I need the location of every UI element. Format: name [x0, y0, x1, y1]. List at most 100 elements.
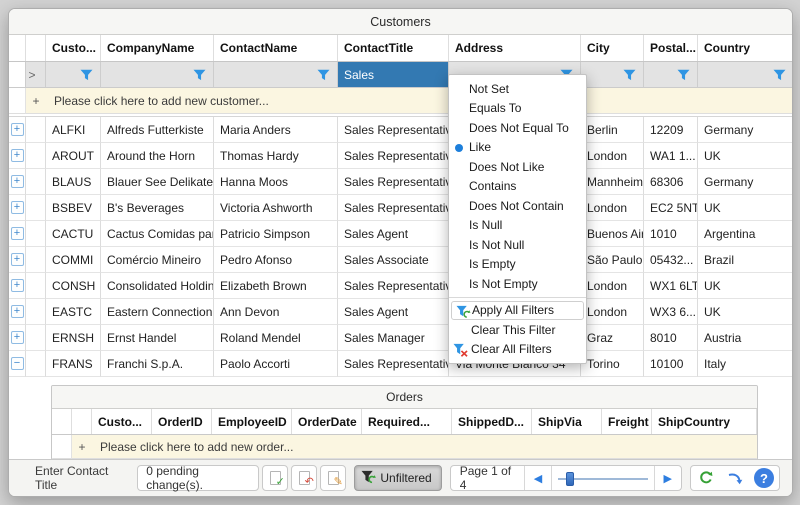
cell-contact[interactable]: Maria Anders	[214, 117, 338, 143]
cell-country[interactable]: Argentina	[698, 221, 793, 247]
cell-postal[interactable]: EC2 5NT	[644, 195, 698, 221]
cell-title[interactable]: Sales Representative	[338, 143, 449, 169]
expand-plus-icon[interactable]: +	[11, 279, 24, 292]
cell-postal[interactable]: 10100	[644, 351, 698, 377]
filter-input-contacttitle[interactable]: Sales	[338, 62, 449, 88]
cell-id[interactable]: BSBEV	[46, 195, 101, 221]
cell-id[interactable]: ERNSH	[46, 325, 101, 351]
filter-cell-companyname[interactable]	[101, 62, 214, 88]
cell-title[interactable]: Sales Representative	[338, 169, 449, 195]
cell-city[interactable]: London	[581, 195, 644, 221]
cell-company[interactable]: Eastern Connection	[101, 299, 214, 325]
customer-row-alfki[interactable]: +ALFKIAlfreds FutterkisteMaria AndersSal…	[9, 117, 792, 143]
filter-cell-postal[interactable]	[644, 62, 698, 88]
cell-city[interactable]: London	[581, 299, 644, 325]
cell-country[interactable]: UK	[698, 143, 793, 169]
menu-item-is-not-empty[interactable]: Is Not Empty	[449, 274, 586, 294]
filter-cell-custo[interactable]	[46, 62, 101, 88]
cell-country[interactable]: UK	[698, 273, 793, 299]
cell-contact[interactable]: Paolo Accorti	[214, 351, 338, 377]
cell-id[interactable]: AROUT	[46, 143, 101, 169]
cell-company[interactable]: Ernst Handel	[101, 325, 214, 351]
orders-column-header-freight[interactable]: Freight	[602, 409, 652, 434]
expand-plus-icon[interactable]: +	[11, 253, 24, 266]
column-header-country[interactable]: Country	[698, 35, 793, 61]
cell-title[interactable]: Sales Associate	[338, 247, 449, 273]
cell-id[interactable]: CACTU	[46, 221, 101, 247]
prev-page-button[interactable]: ◀	[525, 466, 552, 490]
refresh-button[interactable]	[696, 468, 716, 488]
cell-company[interactable]: Comércio Mineiro	[101, 247, 214, 273]
cell-postal[interactable]: 68306	[644, 169, 698, 195]
customer-row-ernsh[interactable]: +ERNSHErnst HandelRoland MendelSales Man…	[9, 325, 792, 351]
cell-company[interactable]: Alfreds Futterkiste	[101, 117, 214, 143]
cell-company[interactable]: Franchi S.p.A.	[101, 351, 214, 377]
cell-id[interactable]: CONSH	[46, 273, 101, 299]
column-header-postal[interactable]: Postal...	[644, 35, 698, 61]
customer-row-commi[interactable]: +COMMIComércio MineiroPedro AfonsoSales …	[9, 247, 792, 273]
customer-row-blaus[interactable]: +BLAUSBlauer See DelikatessenHanna MoosS…	[9, 169, 792, 195]
cell-contact[interactable]: Thomas Hardy	[214, 143, 338, 169]
orders-column-header-custo[interactable]: Custo...	[92, 409, 152, 434]
orders-column-header-orderid[interactable]: OrderID	[152, 409, 212, 434]
page-slider[interactable]	[552, 466, 654, 490]
cell-postal[interactable]: 8010	[644, 325, 698, 351]
customer-row-consh[interactable]: +CONSHConsolidated HoldingsElizabeth Bro…	[9, 273, 792, 299]
cell-contact[interactable]: Elizabeth Brown	[214, 273, 338, 299]
export-button[interactable]	[725, 468, 745, 488]
expand-plus-icon[interactable]: +	[11, 175, 24, 188]
filter-cell-country[interactable]	[698, 62, 793, 88]
accept-changes-button[interactable]: ✓	[262, 465, 288, 491]
reject-changes-button[interactable]: ↶	[291, 465, 317, 491]
column-header-contactname[interactable]: ContactName	[214, 35, 338, 61]
cell-city[interactable]: Torino	[581, 351, 644, 377]
cell-postal[interactable]: 12209	[644, 117, 698, 143]
cell-title[interactable]: Sales Agent	[338, 299, 449, 325]
cell-postal[interactable]: WA1 1...	[644, 143, 698, 169]
cell-postal[interactable]: WX3 6...	[644, 299, 698, 325]
cell-country[interactable]: UK	[698, 299, 793, 325]
add-customer-row[interactable]: + Please click here to add new customer.…	[9, 88, 792, 114]
cell-country[interactable]: Germany	[698, 169, 793, 195]
collapse-minus-icon[interactable]: −	[11, 357, 24, 370]
cell-title[interactable]: Sales Representative	[338, 117, 449, 143]
cell-title[interactable]: Sales Manager	[338, 325, 449, 351]
expand-plus-icon[interactable]: +	[11, 149, 24, 162]
menu-item-does-not-like[interactable]: Does Not Like	[449, 157, 586, 177]
edit-changes-button[interactable]: ✎	[320, 465, 346, 491]
help-button[interactable]: ?	[754, 468, 774, 488]
cell-city[interactable]: Buenos Aires	[581, 221, 644, 247]
expand-plus-icon[interactable]: +	[11, 331, 24, 344]
cell-title[interactable]: Sales Agent	[338, 221, 449, 247]
menu-item-clear-all-filters[interactable]: Clear All Filters	[449, 340, 586, 360]
menu-item-contains[interactable]: Contains	[449, 177, 586, 197]
column-header-city[interactable]: City	[581, 35, 644, 61]
customer-row-arout[interactable]: +AROUTAround the HornThomas HardySales R…	[9, 143, 792, 169]
customer-row-frans[interactable]: −FRANSFranchi S.p.A.Paolo AccortiSales R…	[9, 351, 792, 377]
page-slider-thumb[interactable]	[566, 472, 574, 486]
cell-contact[interactable]: Pedro Afonso	[214, 247, 338, 273]
cell-company[interactable]: Blauer See Delikatessen	[101, 169, 214, 195]
cell-company[interactable]: Cactus Comidas para l...	[101, 221, 214, 247]
column-header-companyname[interactable]: CompanyName	[101, 35, 214, 61]
customer-row-bsbev[interactable]: +BSBEVB's BeveragesVictoria AshworthSale…	[9, 195, 792, 221]
cell-city[interactable]: London	[581, 143, 644, 169]
orders-column-header-shipvia[interactable]: ShipVia	[532, 409, 602, 434]
cell-country[interactable]: Germany	[698, 117, 793, 143]
cell-id[interactable]: BLAUS	[46, 169, 101, 195]
menu-item-does-not-contain[interactable]: Does Not Contain	[449, 196, 586, 216]
expand-plus-icon[interactable]: +	[11, 201, 24, 214]
cell-id[interactable]: ALFKI	[46, 117, 101, 143]
orders-column-header-orderdate[interactable]: OrderDate	[292, 409, 362, 434]
column-header-contacttitle[interactable]: ContactTitle	[338, 35, 449, 61]
cell-city[interactable]: London	[581, 273, 644, 299]
cell-country[interactable]: UK	[698, 195, 793, 221]
cell-city[interactable]: São Paulo	[581, 247, 644, 273]
next-page-button[interactable]: ▶	[655, 466, 681, 490]
customer-row-eastc[interactable]: +EASTCEastern ConnectionAnn DevonSales A…	[9, 299, 792, 325]
column-header-address[interactable]: Address	[449, 35, 581, 61]
cell-contact[interactable]: Patricio Simpson	[214, 221, 338, 247]
orders-column-header-shippedd[interactable]: ShippedD...	[452, 409, 532, 434]
cell-title[interactable]: Sales Representative	[338, 351, 449, 377]
cell-city[interactable]: Graz	[581, 325, 644, 351]
